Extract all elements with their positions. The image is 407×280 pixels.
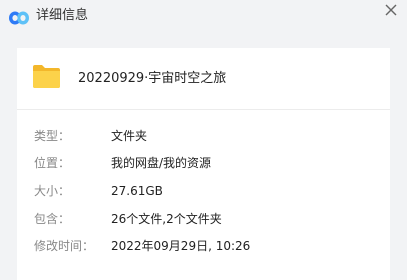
detail-value: 26个文件,2个文件夹 bbox=[111, 212, 222, 226]
detail-row-modified: 修改时间： 2022年09月29日, 10:26 bbox=[17, 236, 390, 256]
folder-icon bbox=[33, 65, 60, 88]
file-details-window: 详细信息 20220929·宇宙时空之旅 类型： 文件夹 位置： 我的网盘/我的… bbox=[0, 0, 407, 280]
detail-row-type: 类型： 文件夹 bbox=[17, 126, 390, 146]
detail-value: 2022年09月29日, 10:26 bbox=[111, 239, 251, 253]
detail-label: 类型： bbox=[34, 129, 71, 143]
close-icon[interactable] bbox=[383, 2, 399, 18]
details-panel: 20220929·宇宙时空之旅 类型： 文件夹 位置： 我的网盘/我的资源 大小… bbox=[17, 48, 390, 280]
detail-label: 大小： bbox=[34, 184, 71, 198]
detail-label: 修改时间： bbox=[34, 239, 95, 253]
detail-row-size: 大小： 27.61GB bbox=[17, 181, 390, 201]
cloud-logo-icon bbox=[9, 11, 29, 25]
detail-label: 位置： bbox=[34, 156, 71, 170]
detail-row-contains: 包含： 26个文件,2个文件夹 bbox=[17, 209, 390, 229]
file-name: 20220929·宇宙时空之旅 bbox=[78, 71, 227, 86]
window-title: 详细信息 bbox=[36, 8, 89, 23]
divider bbox=[17, 109, 390, 110]
detail-row-location: 位置： 我的网盘/我的资源 bbox=[17, 153, 390, 173]
detail-value: 我的网盘/我的资源 bbox=[111, 156, 212, 170]
title-bar: 详细信息 bbox=[0, 0, 407, 34]
detail-label: 包含： bbox=[34, 212, 71, 226]
detail-value: 27.61GB bbox=[111, 184, 163, 198]
detail-value: 文件夹 bbox=[111, 129, 148, 143]
file-header: 20220929·宇宙时空之旅 bbox=[17, 48, 390, 109]
